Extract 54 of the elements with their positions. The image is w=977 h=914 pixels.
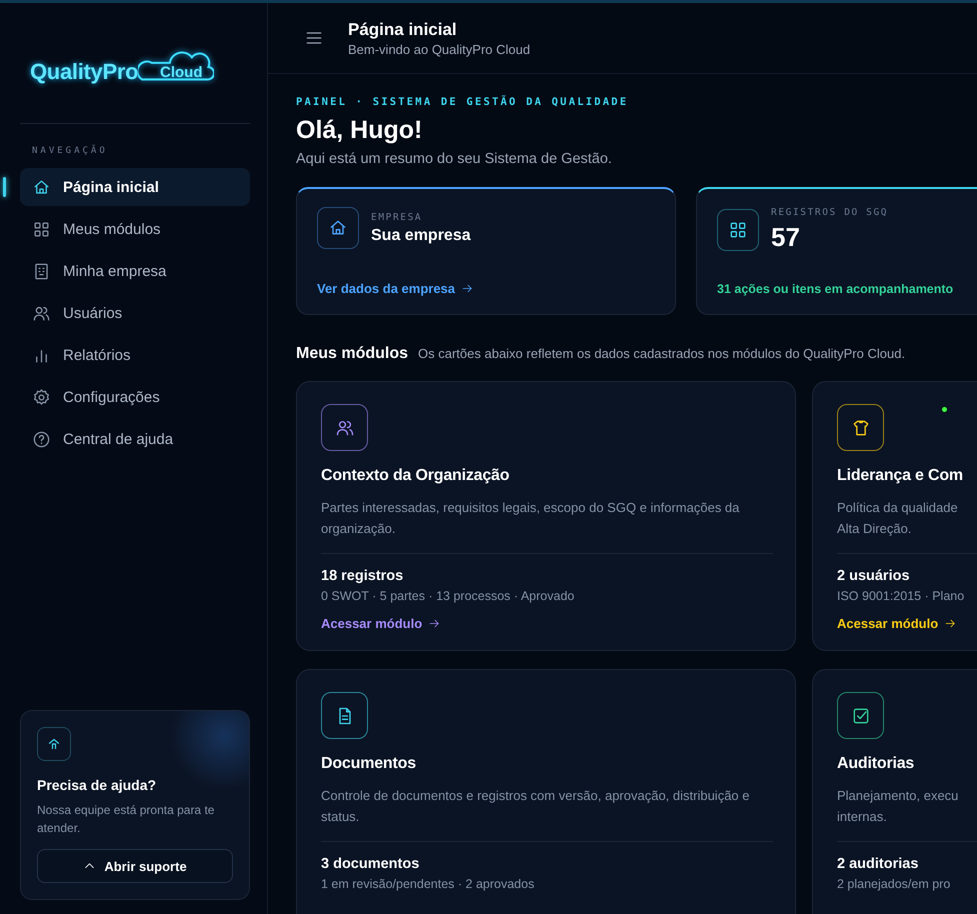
checkbox-icon [850, 706, 870, 726]
module-title: Documentos [321, 755, 417, 773]
settings-icon [32, 388, 51, 406]
support-button[interactable]: Abrir suporte [37, 849, 233, 883]
stat-note: 31 ações ou itens em acompanhamento [717, 282, 954, 296]
module-title: Liderança e Com [837, 467, 964, 485]
module-description: Planejamento, execu internas. [837, 787, 960, 826]
shirt-icon [850, 418, 870, 438]
page-title: Página inicial [348, 20, 458, 40]
module-meta: 2 planejados/em pro [837, 877, 952, 891]
nav-item[interactable]: Meus módulos [20, 210, 250, 248]
module-link[interactable]: Acessar módulo [321, 616, 442, 631]
section-subtitle: Os cartões abaixo refletem os dados cadastrados nos módulos do QualityPro Cloud. [418, 346, 906, 361]
arrow-right-icon [461, 282, 474, 295]
module-meta: ISO 9001:2015 · Plano [837, 589, 966, 603]
module-meta: 1 em revisão/pendentes · 2 aprovados [321, 877, 536, 891]
arrow-right-icon [944, 617, 958, 630]
module-count: 18 registros [321, 568, 404, 584]
module-description: Partes interessadas, requisitos legais, escopo do SGQ e informações da organização. [321, 499, 740, 538]
support-icon [37, 727, 71, 761]
module-count: 3 documentos [321, 856, 420, 872]
section-title: Meus módulos [296, 345, 408, 363]
nav-item[interactable]: Minha empresa [20, 252, 250, 290]
module-count: 2 usuários [837, 568, 911, 584]
nav-item[interactable]: Configurações [20, 378, 250, 416]
greeting-heading: Olá, Hugo! [296, 116, 424, 145]
module-description: Controle de documentos e registros com versão, aprovação, distribuição e status. [321, 787, 750, 826]
active-indicator [3, 177, 6, 197]
page-subtitle: Bem-vindo ao QualityPro Cloud [348, 42, 530, 56]
help-icon [32, 430, 51, 448]
logo[interactable]: QualityPro Cloud [30, 45, 214, 85]
stat-value: 57 [771, 222, 801, 253]
nav-item[interactable]: Central de ajuda [20, 420, 250, 458]
company-link[interactable]: Ver dados da empresa [317, 281, 474, 296]
module-title: Auditorias [837, 755, 916, 773]
arrow-right-icon [428, 617, 442, 630]
eyebrow-label: PAINEL · SISTEMA DE GESTÃO DA QUALIDADE [296, 96, 630, 108]
intro-text: Aqui está um resumo do seu Sistema de Gestão. [296, 151, 613, 167]
grid-icon [32, 220, 51, 238]
module-title: Contexto da Organização [321, 467, 510, 485]
module-link[interactable]: Acessar módulo [837, 616, 958, 631]
help-title: Precisa de ajuda? [37, 777, 158, 793]
module-meta: 0 SWOT · 5 partes · 13 processos · Aprovado [321, 589, 576, 603]
home-icon [32, 178, 51, 196]
nav-item[interactable]: Usuários [20, 294, 250, 332]
section-label: NAVEGAÇÃO [32, 146, 109, 156]
stat-label: EMPRESA [371, 212, 424, 222]
module-description: Política da qualidade Alta Direção. [837, 499, 959, 538]
grid-icon [728, 220, 748, 240]
module-count: 2 auditorias [837, 856, 920, 872]
help-text: Nossa equipe está pronta para te atender. [37, 802, 216, 837]
nav-item[interactable]: Relatórios [20, 336, 250, 374]
stat-value: Sua empresa [371, 226, 471, 244]
stat-label: REGISTROS DO SGQ [771, 207, 888, 218]
